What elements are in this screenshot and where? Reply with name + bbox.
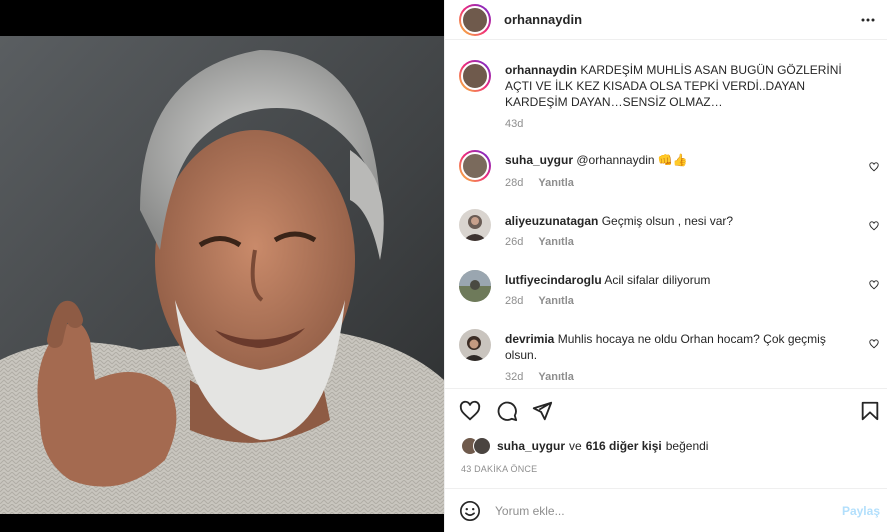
add-comment-bar: Paylaş: [445, 488, 887, 532]
comment-username[interactable]: devrimia: [505, 332, 554, 346]
likes-verb: beğendi: [665, 439, 709, 453]
comment-item: aliyeuzunatagan Geçmiş olsun , nesi var?…: [445, 207, 887, 257]
photo-illustration: [0, 0, 444, 532]
comment-age[interactable]: 28d: [505, 177, 523, 189]
caption-age[interactable]: 43d: [505, 118, 523, 130]
post-timestamp[interactable]: 43 DAKİKA ÖNCE: [461, 464, 537, 474]
comment-meta: 28d Yanıtla: [505, 295, 586, 307]
comment-username[interactable]: aliyeuzunatagan: [505, 214, 598, 228]
comment-age[interactable]: 28d: [505, 295, 523, 307]
comment-item: suha_uygur @orhannaydin 👊👍 28d Yanıtla: [445, 148, 887, 198]
comment-text: devrimia Muhlis hocaya ne oldu Orhan hoc…: [505, 331, 826, 363]
bookmark-icon[interactable]: [859, 400, 881, 422]
comment-input[interactable]: [495, 501, 825, 521]
comment-avatar[interactable]: [459, 270, 491, 302]
more-icon[interactable]: [860, 12, 876, 28]
comment-username[interactable]: lutfiyecindaroglu: [505, 273, 602, 287]
heart-icon[interactable]: [869, 280, 879, 290]
comment-body-line-1: Muhlis hocaya ne oldu Orhan hocam? Çok g…: [557, 332, 826, 346]
post-side-panel: orhannaydin orhannaydin KARDEŞİM MUHLİS …: [444, 0, 887, 532]
comment-avatar[interactable]: [459, 329, 491, 361]
comment-body: Acil sifalar diliyorum: [604, 273, 711, 287]
caption-avatar[interactable]: [459, 60, 491, 92]
comment-text: lutfiyecindaroglu Acil sifalar diliyorum: [505, 272, 710, 288]
post-comment-button[interactable]: Paylaş: [842, 504, 880, 518]
comment-meta: 26d Yanıtla: [505, 236, 586, 248]
reply-button[interactable]: Yanıtla: [538, 295, 573, 307]
comment-bubble-icon[interactable]: [496, 400, 518, 422]
comment-body: Geçmiş olsun , nesi var?: [601, 214, 734, 228]
comment-age[interactable]: 26d: [505, 236, 523, 248]
emoji-icon[interactable]: [459, 500, 481, 522]
comment-item: devrimia Muhlis hocaya ne oldu Orhan hoc…: [445, 325, 887, 385]
reply-button[interactable]: Yanıtla: [538, 177, 573, 189]
liker-username[interactable]: suha_uygur: [497, 439, 565, 453]
actions-divider: [445, 388, 887, 389]
reply-button[interactable]: Yanıtla: [538, 371, 573, 383]
comment-body-line-2: olsun.: [505, 348, 538, 362]
caption-line-3: KARDEŞİM DAYAN…SENSİZ OLMAZ…: [505, 95, 723, 109]
post-header: orhannaydin: [445, 0, 887, 40]
author-avatar[interactable]: [459, 4, 491, 36]
reply-button[interactable]: Yanıtla: [538, 236, 573, 248]
comment-username[interactable]: suha_uygur: [505, 153, 573, 167]
like-heart-icon[interactable]: [459, 400, 481, 422]
comment-avatar[interactable]: [459, 209, 491, 241]
caption-line-2: AÇTI VE İLK KEZ KISADA OLSA TEPKİ VERDİ.…: [505, 79, 806, 93]
comment-text: aliyeuzunatagan Geçmiş olsun , nesi var?: [505, 213, 733, 229]
author-username[interactable]: orhannaydin: [504, 12, 582, 27]
comment-text: suha_uygur @orhannaydin 👊👍: [505, 152, 688, 168]
comment-age[interactable]: 32d: [505, 371, 523, 383]
caption-username[interactable]: orhannaydin: [505, 63, 577, 77]
caption-text: orhannaydin KARDEŞİM MUHLİS ASAN BUGÜN G…: [505, 62, 842, 110]
likes-count[interactable]: 616 diğer kişi: [586, 439, 662, 453]
heart-icon[interactable]: [869, 339, 879, 349]
caption-meta: 43d: [505, 118, 535, 130]
post-caption: orhannaydin KARDEŞİM MUHLİS ASAN BUGÜN G…: [445, 58, 887, 138]
likes-conjunction: ve: [569, 439, 582, 453]
likes-summary: suha_uygur ve 616 diğer kişi beğendi: [461, 436, 708, 456]
comment-avatar[interactable]: [459, 150, 491, 182]
post-photo[interactable]: [0, 0, 444, 532]
liker-avatar[interactable]: [473, 437, 491, 455]
caption-line-1: KARDEŞİM MUHLİS ASAN BUGÜN GÖZLERİNİ: [580, 63, 842, 77]
comment-item: lutfiyecindaroglu Acil sifalar diliyorum…: [445, 266, 887, 316]
share-icon[interactable]: [531, 400, 553, 422]
heart-icon[interactable]: [869, 162, 879, 172]
heart-icon[interactable]: [869, 221, 879, 231]
comment-meta: 32d Yanıtla: [505, 371, 586, 383]
comment-body: @orhannaydin 👊👍: [576, 153, 688, 167]
comment-meta: 28d Yanıtla: [505, 177, 586, 189]
post-modal: orhannaydin orhannaydin KARDEŞİM MUHLİS …: [0, 0, 887, 532]
